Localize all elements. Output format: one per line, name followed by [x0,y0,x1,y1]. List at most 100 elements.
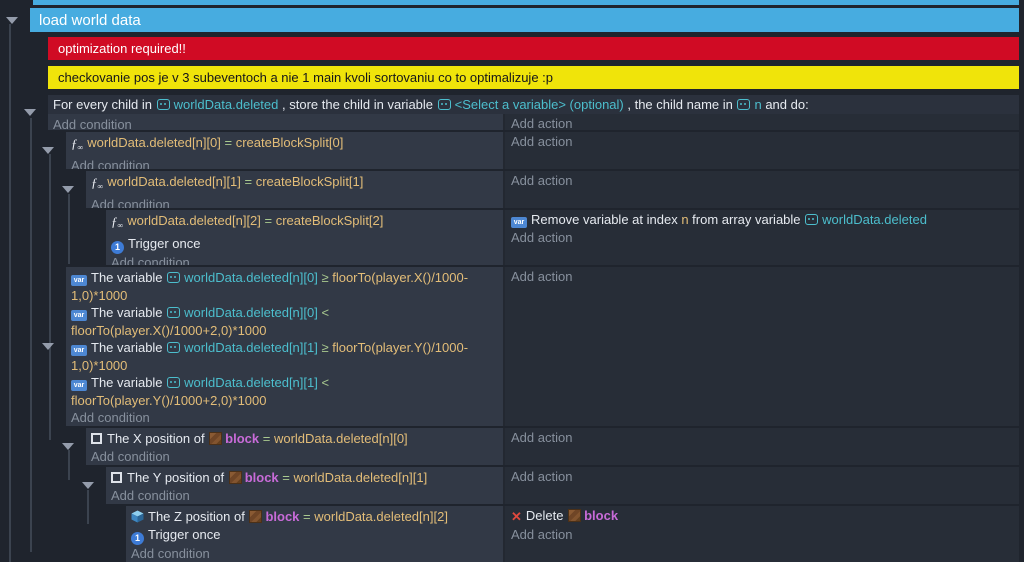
condition-line: varThe variable worldData.deleted[n][0] … [71,269,499,287]
conditions-column: ƒ∞worldData.deleted[n][1] = createBlockS… [86,171,505,208]
event-sheet: load world data optimization required!! ch… [0,0,1024,562]
block-object-icon [249,510,262,523]
text-segment: floorTo(player.X()/1000+2,0)*1000 [71,323,266,338]
event-row-comment[interactable]: checkovanie pos je v 3 subeventoch a nie… [48,66,1019,89]
condition[interactable]: ƒ∞worldData.deleted[n][0] = createBlockS… [71,134,499,157]
block-object-icon [229,471,242,484]
block-object-icon [209,432,222,445]
text-segment: ≥ [321,340,332,355]
add-condition-button[interactable]: Add condition [111,487,499,505]
add-action-button[interactable]: Add action [511,115,1019,130]
text-segment: Delete [526,508,567,523]
condition-line: 1,0)*1000 [71,287,499,305]
event-row-standard: varThe variable worldData.deleted[n][0] … [66,267,1019,426]
group-title: load world data [39,12,141,29]
text-segment: <Select a variable> (optional) [455,97,624,112]
add-condition-button[interactable]: Add condition [91,448,499,466]
conditions-column: varThe variable worldData.deleted[n][0] … [66,267,505,426]
text-segment: For every child in [53,97,156,112]
variable-badge-icon: var [71,310,87,321]
collapse-arrow-icon[interactable] [24,109,36,116]
condition[interactable]: varThe variable worldData.deleted[n][1] … [71,374,499,409]
event-row-comment[interactable]: optimization required!! [48,37,1019,60]
add-action-button[interactable]: Add action [511,229,1019,247]
add-action-button[interactable]: Add action [511,468,1019,486]
text-segment: Remove variable at index [531,212,681,227]
add-action-button[interactable]: Add action [511,526,1019,544]
add-condition-button[interactable]: Add condition [71,409,499,426]
text-segment: < [321,375,329,390]
condition-line: ƒ∞worldData.deleted[n][0] = createBlockS… [71,134,499,157]
tree-guide-line [30,118,32,552]
event-row-standard: The X position of block = worldData.dele… [86,428,1019,465]
variable-icon [157,99,170,110]
condition[interactable]: varThe variable worldData.deleted[n][1] … [71,339,499,374]
collapse-arrow-icon[interactable] [82,482,94,489]
variable-icon [438,99,451,110]
text-segment: Trigger once [128,236,201,251]
add-condition-button[interactable]: Add condition [111,254,499,266]
condition[interactable]: 1Trigger once [131,526,499,545]
text-segment: worldData.deleted[n][1] [294,470,428,485]
text-segment: block [265,509,303,524]
event-row-standard: The Y position of block = worldData.dele… [106,467,1019,504]
tree-guide-line [68,450,70,480]
event-row-foreach: For every child in worldData.deleted , s… [48,95,1019,130]
text-segment: createBlockSplit[1] [252,174,363,189]
add-action-button[interactable]: Add action [511,172,1019,190]
delete-icon: ✕ [511,508,522,526]
block-object-icon [568,509,581,522]
actions-column: varRemove variable at index n from array… [507,210,1019,265]
text-segment: , the child name in [624,97,737,112]
action[interactable]: ✕ Delete block [511,507,1019,526]
collapse-arrow-icon[interactable] [42,147,54,154]
condition-line: 1 Trigger once [111,235,499,254]
add-action-button[interactable]: Add action [511,429,1019,447]
condition[interactable]: The Y position of block = worldData.dele… [111,469,499,487]
add-condition-button[interactable]: Add condition [53,116,499,130]
condition[interactable]: 1 Trigger once [111,235,499,254]
text-segment: ≥ [321,270,332,285]
text-segment: worldData.deleted[n][2] [314,509,448,524]
event-row-group[interactable]: load world data [30,8,1019,32]
add-condition-button[interactable]: Add condition [91,196,499,209]
conditions-column: The X position of block = worldData.dele… [86,428,505,465]
tree-guide-line [9,24,11,562]
condition-line: 1,0)*1000 [71,357,499,375]
text-segment: worldData.deleted [822,212,927,227]
text-segment: = [265,213,273,228]
add-condition-button[interactable]: Add condition [131,545,499,562]
text-segment: block [245,470,283,485]
foreach-sentence[interactable]: For every child in worldData.deleted , s… [48,95,1019,114]
condition[interactable]: The X position of block = worldData.dele… [91,430,499,448]
text-segment: The Z position of [148,509,248,524]
event-row-standard: ƒ∞worldData.deleted[n][0] = createBlockS… [66,132,1019,169]
condition-line: ƒ∞worldData.deleted[n][2] = createBlockS… [111,212,499,235]
collapse-arrow-icon[interactable] [62,443,74,450]
comment-text: checkovanie pos je v 3 subeventoch a nie… [58,70,553,85]
text-segment: worldData.deleted[n][0] [87,135,224,150]
event-row-sliver [33,0,1019,5]
condition-line: ƒ∞worldData.deleted[n][1] = createBlockS… [91,173,499,196]
condition[interactable]: varThe variable worldData.deleted[n][0] … [71,304,499,339]
text-segment: n [754,97,765,112]
action[interactable]: varRemove variable at index n from array… [511,211,1019,229]
text-segment: block [584,508,618,523]
collapse-arrow-icon[interactable] [62,186,74,193]
position-icon [91,433,102,444]
add-action-button[interactable]: Add action [511,133,1019,151]
trigger-once-icon: 1 [111,241,124,254]
expression-icon: ƒ∞ [91,174,102,196]
tree-guide-line [68,194,70,264]
condition[interactable]: ƒ∞worldData.deleted[n][2] = createBlockS… [111,212,499,235]
add-action-button[interactable]: Add action [511,268,1019,286]
condition[interactable]: varThe variable worldData.deleted[n][0] … [71,269,499,304]
collapse-arrow-icon[interactable] [42,343,54,350]
event-row-standard: ƒ∞worldData.deleted[n][1] = createBlockS… [86,171,1019,208]
add-condition-button[interactable]: Add condition [71,157,499,170]
condition[interactable]: The Z position of block = worldData.dele… [131,508,499,526]
event-row-standard: ƒ∞worldData.deleted[n][2] = createBlockS… [106,210,1019,265]
condition[interactable]: ƒ∞worldData.deleted[n][1] = createBlockS… [91,173,499,196]
text-segment: = [303,509,314,524]
collapse-arrow-icon[interactable] [6,17,18,24]
